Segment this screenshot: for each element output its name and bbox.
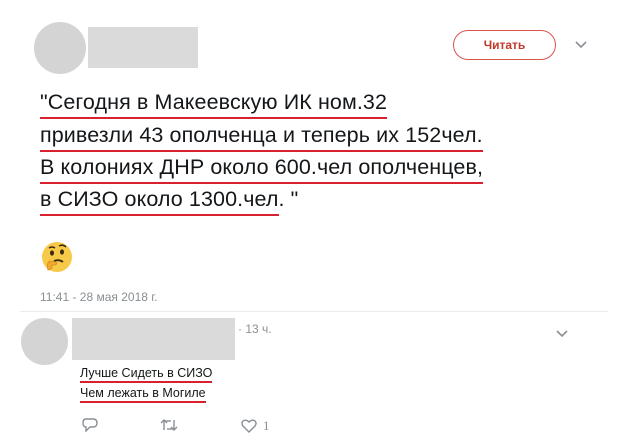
reply-icon[interactable]	[82, 418, 98, 437]
author-avatar[interactable]	[34, 22, 86, 74]
tweet-text-line-1: "Сегодня в Макеевскую ИК ном.32	[40, 90, 388, 119]
divider	[20, 311, 608, 312]
chevron-down-icon[interactable]	[575, 36, 587, 52]
tweet-text-line-3: В колониях ДНР около 600.чел ополченцев,	[40, 155, 484, 184]
thinking-face-emoji	[40, 240, 74, 274]
tweet-text-line-2: привезли 43 ополченца и теперь их 152чел…	[40, 123, 483, 152]
reply-text-line-2: Чем лежать в Могиле	[80, 386, 206, 403]
tweet-timestamp[interactable]: 11:41 - 28 мая 2018 г.	[40, 290, 158, 304]
tweet-text-line-4: в СИЗО около 1300.чел. "	[40, 187, 298, 216]
like-icon[interactable]	[241, 419, 257, 438]
reply-text-line-1: Лучше Сидеть в СИЗО	[80, 366, 213, 383]
reply-author-avatar[interactable]	[21, 318, 68, 365]
follow-button[interactable]: Читать	[453, 30, 556, 60]
retweet-icon[interactable]	[160, 418, 178, 437]
reply-time[interactable]: · 13 ч.	[238, 322, 272, 336]
like-count: 1	[263, 418, 270, 433]
author-name-redacted	[88, 27, 198, 68]
reply-author-name-redacted	[72, 318, 235, 360]
reply-chevron-down-icon[interactable]	[556, 325, 568, 343]
